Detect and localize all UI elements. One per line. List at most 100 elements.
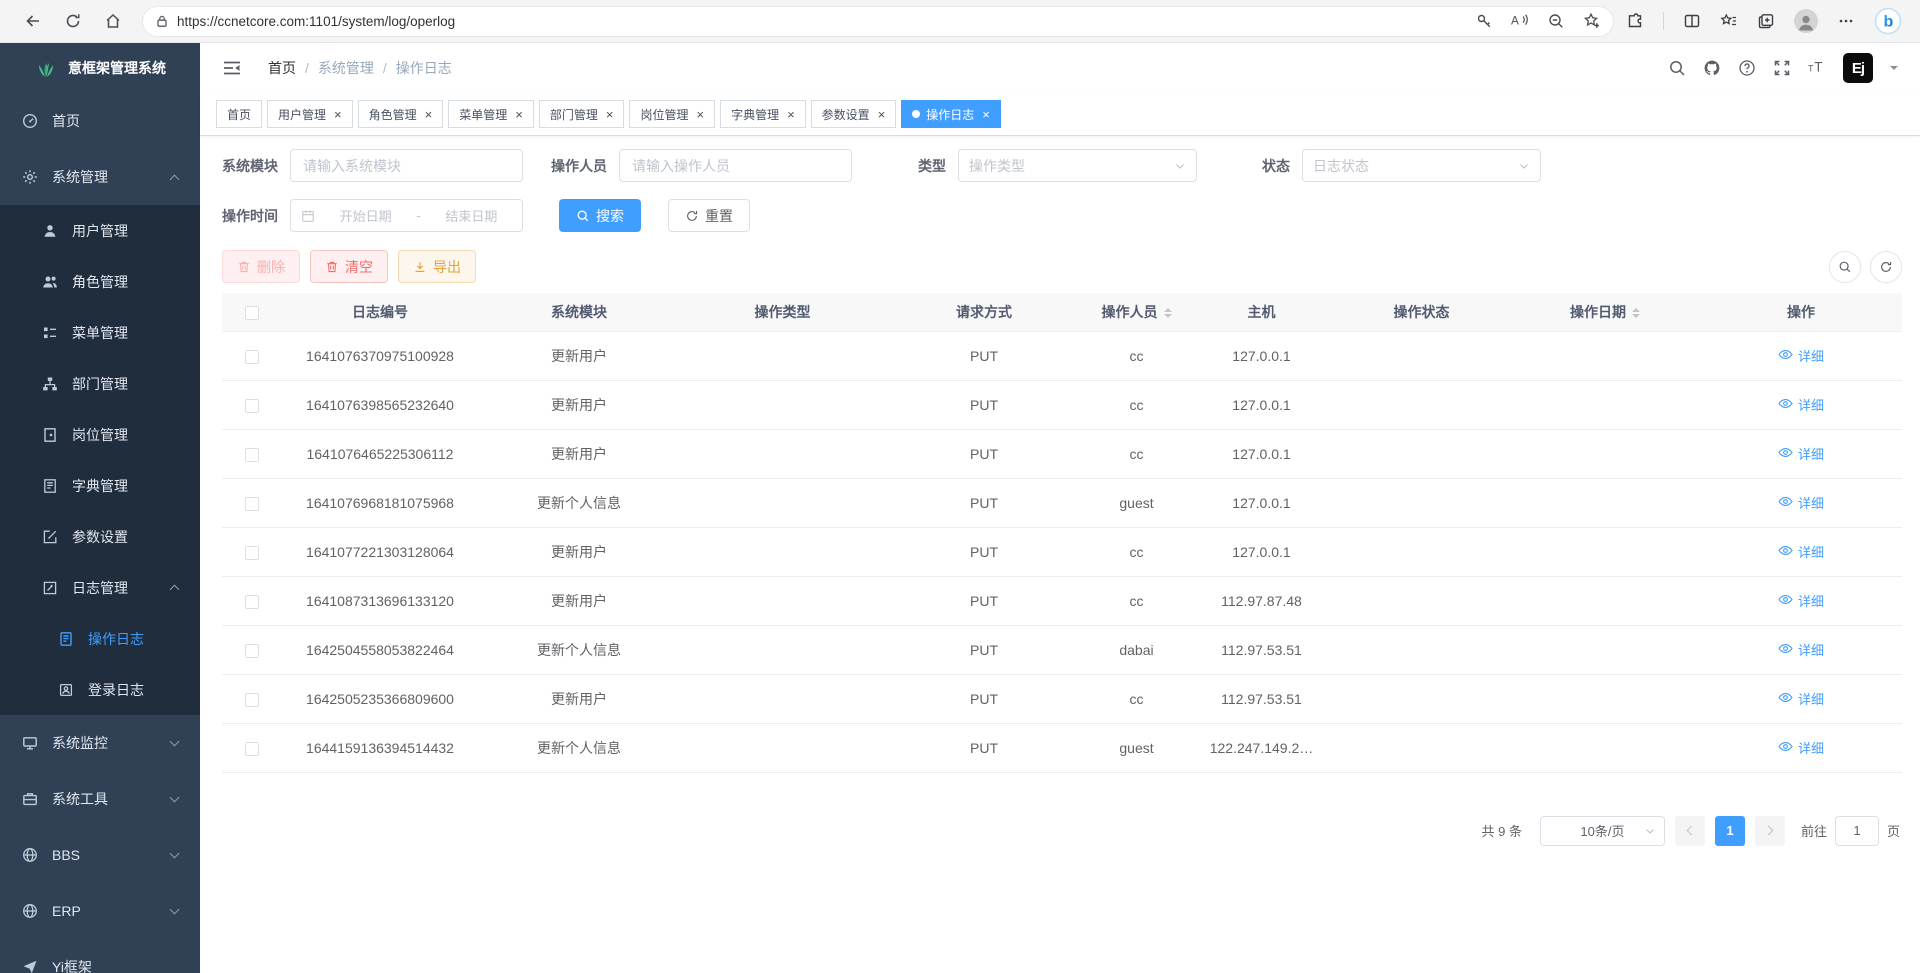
- detail-link[interactable]: 详细: [1778, 640, 1824, 659]
- reset-button[interactable]: 重置: [668, 199, 750, 232]
- tab[interactable]: 首页: [216, 100, 262, 128]
- sidebar-item[interactable]: 日志管理: [0, 562, 200, 613]
- row-checkbox[interactable]: [245, 595, 259, 609]
- sidebar-item[interactable]: 首页: [0, 93, 200, 149]
- row-checkbox[interactable]: [245, 448, 259, 462]
- clear-button[interactable]: 清空: [310, 250, 388, 283]
- sidebar-item[interactable]: 操作日志: [0, 613, 200, 664]
- favorite-add-icon[interactable]: [1583, 12, 1601, 30]
- app-logo[interactable]: 意框架管理系统: [0, 43, 200, 93]
- refresh-table-button[interactable]: [1870, 251, 1902, 283]
- sidebar-item[interactable]: 岗位管理: [0, 409, 200, 460]
- close-icon[interactable]: ×: [334, 108, 342, 121]
- row-checkbox[interactable]: [245, 399, 259, 413]
- column-header[interactable]: 操作日期: [1510, 293, 1700, 331]
- password-key-icon[interactable]: [1475, 12, 1493, 30]
- tab[interactable]: 参数设置×: [811, 100, 897, 128]
- delete-button[interactable]: 删除: [222, 250, 300, 283]
- row-checkbox[interactable]: [245, 644, 259, 658]
- close-icon[interactable]: ×: [982, 108, 990, 121]
- more-options-icon[interactable]: [1837, 12, 1855, 30]
- close-icon[interactable]: ×: [787, 108, 795, 121]
- type-select[interactable]: 操作类型: [958, 149, 1197, 182]
- detail-link[interactable]: 详细: [1778, 493, 1824, 512]
- favorites-icon[interactable]: [1720, 12, 1738, 30]
- sidebar-item[interactable]: 字典管理: [0, 460, 200, 511]
- next-page-button[interactable]: [1755, 816, 1785, 846]
- collections-icon[interactable]: [1757, 12, 1775, 30]
- sidebar-item[interactable]: 系统监控: [0, 715, 200, 771]
- sidebar-collapse-icon[interactable]: [222, 58, 242, 78]
- status-select[interactable]: 日志状态: [1302, 149, 1541, 182]
- search-icon[interactable]: [1668, 59, 1686, 77]
- sidebar-item[interactable]: Yi框架: [0, 939, 200, 973]
- row-checkbox[interactable]: [245, 742, 259, 756]
- sidebar-item[interactable]: BBS: [0, 827, 200, 883]
- browser-profile-avatar[interactable]: [1794, 9, 1818, 33]
- sidebar-item[interactable]: 角色管理: [0, 256, 200, 307]
- close-icon[interactable]: ×: [425, 108, 433, 121]
- home-icon[interactable]: [104, 12, 122, 30]
- read-aloud-icon[interactable]: A: [1511, 12, 1529, 30]
- breadcrumb-home[interactable]: 首页: [268, 58, 296, 78]
- module-input[interactable]: [290, 149, 523, 182]
- close-icon[interactable]: ×: [606, 108, 614, 121]
- page-number-button[interactable]: 1: [1715, 816, 1745, 846]
- tab[interactable]: 角色管理×: [358, 100, 444, 128]
- row-checkbox[interactable]: [245, 497, 259, 511]
- toggle-search-button[interactable]: [1829, 251, 1861, 283]
- select-all-checkbox[interactable]: [245, 306, 259, 320]
- sidebar-item[interactable]: 登录日志: [0, 664, 200, 715]
- sidebar-item[interactable]: 系统工具: [0, 771, 200, 827]
- sidebar-item[interactable]: ERP: [0, 883, 200, 939]
- detail-link[interactable]: 详细: [1778, 395, 1824, 414]
- prev-page-button[interactable]: [1675, 816, 1705, 846]
- row-checkbox[interactable]: [245, 693, 259, 707]
- column-header[interactable]: 操作人员: [1083, 293, 1190, 331]
- extensions-icon[interactable]: [1626, 12, 1644, 30]
- row-checkbox[interactable]: [245, 350, 259, 364]
- detail-link[interactable]: 详细: [1778, 689, 1824, 708]
- close-icon[interactable]: ×: [515, 108, 523, 121]
- sidebar-item[interactable]: 部门管理: [0, 358, 200, 409]
- chevron-down-icon[interactable]: [1890, 66, 1898, 74]
- help-icon[interactable]: [1738, 59, 1756, 77]
- detail-link[interactable]: 详细: [1778, 444, 1824, 463]
- detail-link[interactable]: 详细: [1778, 346, 1824, 365]
- search-button[interactable]: 搜索: [559, 199, 641, 232]
- operator-input[interactable]: [619, 149, 852, 182]
- detail-link[interactable]: 详细: [1778, 542, 1824, 561]
- export-button[interactable]: 导出: [398, 250, 476, 283]
- tab[interactable]: 菜单管理×: [448, 100, 534, 128]
- detail-link[interactable]: 详细: [1778, 738, 1824, 757]
- sidebar-item[interactable]: 用户管理: [0, 205, 200, 256]
- refresh-icon[interactable]: [64, 12, 82, 30]
- tab[interactable]: 部门管理×: [539, 100, 625, 128]
- tab[interactable]: 操作日志×: [901, 100, 1001, 128]
- tab[interactable]: 字典管理×: [720, 100, 806, 128]
- github-icon[interactable]: [1703, 59, 1721, 77]
- split-screen-icon[interactable]: [1683, 12, 1701, 30]
- fullscreen-icon[interactable]: [1773, 59, 1791, 77]
- detail-link[interactable]: 详细: [1778, 591, 1824, 610]
- sidebar-item[interactable]: 参数设置: [0, 511, 200, 562]
- date-range-picker[interactable]: 开始日期 - 结束日期: [290, 199, 523, 232]
- url-text[interactable]: https://ccnetcore.com:1101/system/log/op…: [177, 14, 1475, 29]
- user-avatar[interactable]: Ej: [1843, 53, 1873, 83]
- sort-carets-icon[interactable]: [1632, 304, 1640, 322]
- goto-page-input[interactable]: [1835, 816, 1879, 846]
- bing-chat-icon[interactable]: b: [1874, 7, 1902, 35]
- tab[interactable]: 岗位管理×: [629, 100, 715, 128]
- row-checkbox[interactable]: [245, 546, 259, 560]
- back-icon[interactable]: [24, 12, 42, 30]
- sidebar-item[interactable]: 菜单管理: [0, 307, 200, 358]
- close-icon[interactable]: ×: [696, 108, 704, 121]
- zoom-out-icon[interactable]: [1547, 12, 1565, 30]
- page-size-select[interactable]: 10条/页: [1540, 816, 1665, 846]
- tab[interactable]: 用户管理×: [267, 100, 353, 128]
- sidebar-item[interactable]: 系统管理: [0, 149, 200, 205]
- close-icon[interactable]: ×: [878, 108, 886, 121]
- sort-carets-icon[interactable]: [1164, 304, 1172, 322]
- font-size-icon[interactable]: TT: [1808, 59, 1826, 77]
- address-bar[interactable]: https://ccnetcore.com:1101/system/log/op…: [142, 6, 1614, 37]
